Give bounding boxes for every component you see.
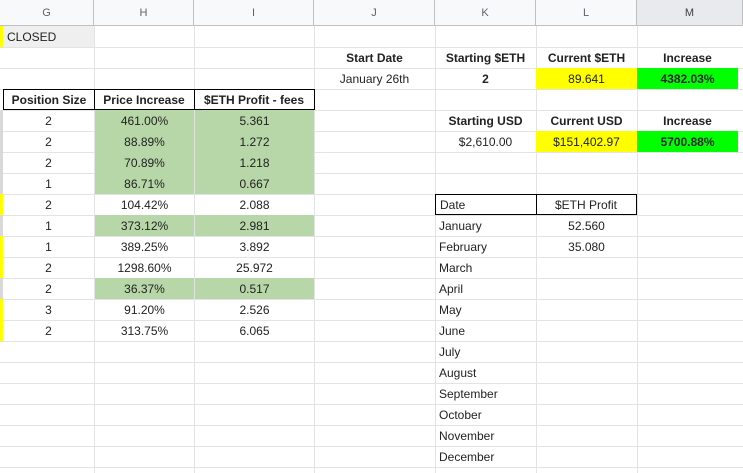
column-header-i[interactable]: I	[194, 0, 314, 26]
month-profit-cell[interactable]	[536, 278, 637, 299]
month-profit-cell[interactable]: 52.560	[536, 215, 637, 236]
eth-profit-month-header[interactable]: $ETH Profit	[536, 194, 637, 215]
position-size-cell[interactable]: 2	[3, 110, 94, 131]
position-size-cell[interactable]: 1	[3, 215, 94, 236]
position-size-cell[interactable]: 2	[3, 278, 94, 299]
position-size-cell[interactable]: 2	[3, 194, 94, 215]
starting-eth-label[interactable]: Starting $ETH	[435, 47, 536, 68]
month-profit-cell[interactable]	[536, 341, 637, 362]
month-profit-cell[interactable]	[536, 404, 637, 425]
current-eth-value[interactable]: 89.641	[536, 68, 637, 89]
column-header-j[interactable]: J	[314, 0, 435, 26]
column-header-l[interactable]: L	[536, 0, 637, 26]
eth-profit-cell[interactable]: 5.361	[195, 110, 314, 131]
position-size-cell[interactable]: 2	[3, 131, 94, 152]
eth-profit-cell[interactable]: 2.526	[195, 299, 314, 320]
date-header[interactable]: Date	[435, 194, 537, 215]
month-cell[interactable]: July	[435, 341, 536, 362]
month-cell[interactable]: March	[435, 257, 536, 278]
position-size-cell[interactable]: 2	[3, 257, 94, 278]
current-usd-label[interactable]: Current USD	[536, 110, 637, 131]
price-increase-cell[interactable]: 461.00%	[95, 110, 194, 131]
column-header-h[interactable]: H	[94, 0, 194, 26]
month-cell[interactable]: January	[435, 215, 536, 236]
eth-increase-value[interactable]: 4382.03%	[637, 68, 738, 89]
eth-profit-cell[interactable]: 3.892	[195, 236, 314, 257]
column-header-k[interactable]: K	[435, 0, 536, 26]
month-cell[interactable]: November	[435, 425, 536, 446]
month-profit-cell[interactable]	[536, 257, 637, 278]
price-increase-cell[interactable]: 70.89%	[95, 152, 194, 173]
starting-eth-value[interactable]: 2	[435, 68, 536, 89]
current-eth-label[interactable]: Current $ETH	[536, 47, 637, 68]
eth-profit-cell[interactable]: 2.088	[195, 194, 314, 215]
price-increase-cell[interactable]: 373.12%	[95, 215, 194, 236]
start-date-label[interactable]: Start Date	[314, 47, 435, 68]
month-profit-cell[interactable]	[536, 425, 637, 446]
price-increase-header[interactable]: Price Increase	[94, 89, 195, 110]
eth-profit-cell[interactable]: 1.218	[195, 152, 314, 173]
price-increase-cell[interactable]: 91.20%	[95, 299, 194, 320]
position-size-cell[interactable]: 1	[3, 173, 94, 194]
month-cell[interactable]: December	[435, 446, 536, 467]
month-profit-cell[interactable]	[536, 383, 637, 404]
usd-increase-label[interactable]: Increase	[637, 110, 738, 131]
start-date-value[interactable]: January 26th	[314, 68, 435, 89]
position-size-cell[interactable]: 2	[3, 320, 94, 341]
gridline-horizontal	[0, 467, 743, 468]
price-increase-cell[interactable]: 104.42%	[95, 194, 194, 215]
month-cell[interactable]: June	[435, 320, 536, 341]
price-increase-cell[interactable]: 389.25%	[95, 236, 194, 257]
month-profit-cell[interactable]	[536, 362, 637, 383]
eth-profit-cell[interactable]: 0.667	[195, 173, 314, 194]
eth-profit-cell[interactable]: 1.272	[195, 131, 314, 152]
month-cell[interactable]: August	[435, 362, 536, 383]
price-increase-cell[interactable]: 88.89%	[95, 131, 194, 152]
month-profit-cell[interactable]	[536, 446, 637, 467]
eth-profit-header[interactable]: $ETH Profit - fees	[194, 89, 315, 110]
month-cell[interactable]: April	[435, 278, 536, 299]
month-profit-cell[interactable]: 35.080	[536, 236, 637, 257]
position-size-header[interactable]: Position Size	[3, 89, 95, 110]
price-increase-cell[interactable]: 86.71%	[95, 173, 194, 194]
starting-usd-label[interactable]: Starting USD	[435, 110, 536, 131]
month-profit-cell[interactable]	[536, 320, 637, 341]
position-size-cell[interactable]: 2	[3, 152, 94, 173]
month-cell[interactable]: September	[435, 383, 536, 404]
eth-profit-cell[interactable]: 6.065	[195, 320, 314, 341]
status-label[interactable]: CLOSED	[3, 26, 94, 47]
position-size-cell[interactable]: 1	[3, 236, 94, 257]
eth-profit-cell[interactable]: 2.981	[195, 215, 314, 236]
price-increase-cell[interactable]: 1298.60%	[95, 257, 194, 278]
column-header-m[interactable]: M	[637, 0, 743, 26]
month-profit-cell[interactable]	[536, 299, 637, 320]
current-usd-value[interactable]: $151,402.97	[536, 131, 637, 152]
price-increase-cell[interactable]: 313.75%	[95, 320, 194, 341]
column-header-g[interactable]: G	[0, 0, 94, 26]
eth-profit-cell[interactable]: 0.517	[195, 278, 314, 299]
price-increase-cell[interactable]: 36.37%	[95, 278, 194, 299]
month-cell[interactable]: October	[435, 404, 536, 425]
eth-increase-label[interactable]: Increase	[637, 47, 738, 68]
eth-profit-cell[interactable]: 25.972	[195, 257, 314, 278]
month-cell[interactable]: February	[435, 236, 536, 257]
usd-increase-value[interactable]: 5700.88%	[637, 131, 738, 152]
month-cell[interactable]: May	[435, 299, 536, 320]
starting-usd-value[interactable]: $2,610.00	[435, 131, 536, 152]
position-size-cell[interactable]: 3	[3, 299, 94, 320]
